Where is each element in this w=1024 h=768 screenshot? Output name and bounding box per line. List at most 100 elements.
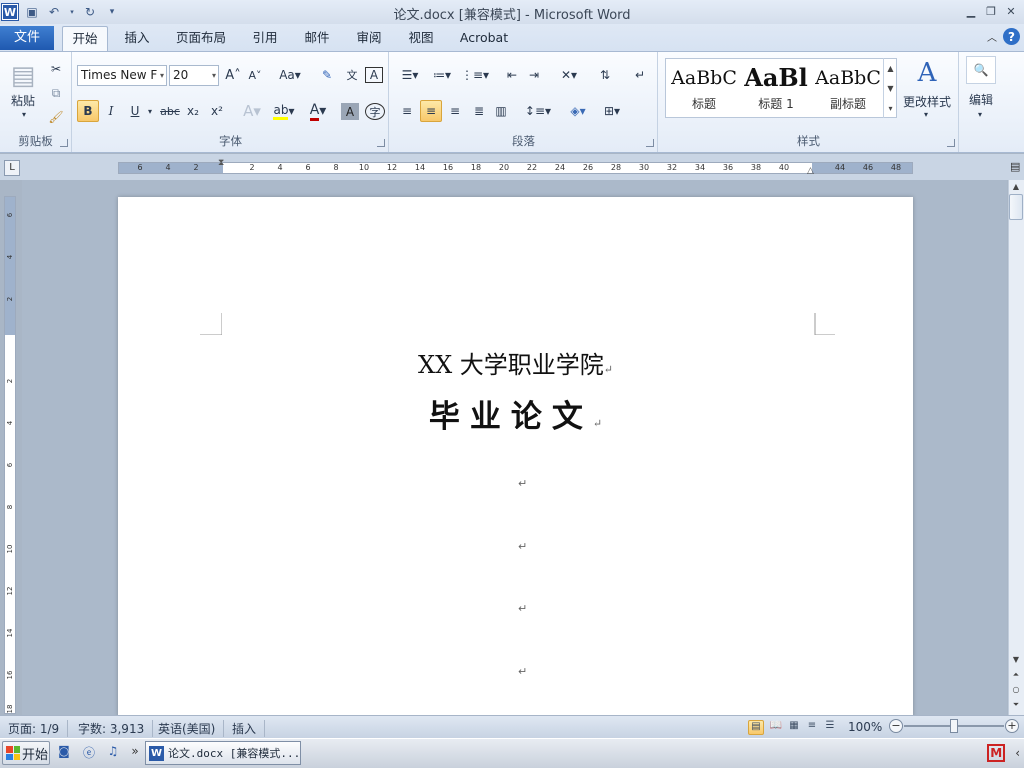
character-shading-icon[interactable]: A (341, 103, 359, 120)
bullets-button[interactable]: ☰▾ (396, 64, 424, 86)
tab-review[interactable]: 审阅 (348, 26, 390, 52)
show-desktop-icon[interactable]: ◙ (55, 744, 73, 762)
close-icon[interactable]: ✕ (1002, 2, 1020, 20)
more-quicklaunch-icon[interactable]: » (126, 744, 144, 762)
vertical-scrollbar[interactable] (1008, 180, 1024, 715)
cut-icon[interactable]: ✂ (46, 58, 66, 80)
scroll-up-icon[interactable]: ▲ (1008, 182, 1024, 194)
italic-button[interactable]: I (101, 100, 121, 122)
bold-button[interactable]: B (77, 100, 99, 122)
tab-selector-icon[interactable]: L (4, 160, 20, 176)
dialog-launcher-icon[interactable] (947, 139, 955, 147)
start-button[interactable]: 开始 (2, 741, 50, 765)
subscript-button[interactable]: x₂ (183, 100, 203, 122)
previous-page-icon[interactable]: ⏶ (1008, 670, 1024, 682)
tab-references[interactable]: 引用 (244, 26, 286, 52)
align-center-button[interactable]: ≡ (420, 100, 442, 122)
phonetic-guide-icon[interactable]: 文 (341, 64, 363, 86)
tray-app-icon[interactable]: M (987, 744, 1006, 762)
customize-toolbar-icon[interactable]: ▾ (104, 4, 120, 20)
font-size-combo[interactable]: 20 ▾ (169, 65, 219, 86)
save-icon[interactable]: ▣ (24, 4, 40, 20)
web-layout-icon[interactable]: ▦ (786, 720, 802, 735)
outline-view-icon[interactable]: ≡ (804, 720, 820, 735)
font-color-button[interactable]: A ▾ (305, 100, 331, 122)
zoom-in-icon[interactable]: + (1005, 719, 1019, 733)
word-count[interactable]: 字数: 3,913 (78, 720, 154, 737)
select-browse-object-icon[interactable]: ○ (1008, 685, 1024, 697)
page-count[interactable]: 页面: 1/9 (8, 720, 69, 737)
language-indicator[interactable]: 英语(美国) (158, 720, 225, 737)
enclose-characters-icon[interactable]: 字 (365, 103, 385, 120)
view-ruler-icon[interactable]: ▤ (1010, 160, 1023, 176)
doc-heading-thesis[interactable]: 毕业论文↵ (118, 391, 913, 436)
zoom-level[interactable]: 100% (848, 720, 882, 734)
decrease-indent-icon[interactable]: ⇤ (502, 64, 522, 86)
chinese-layout-icon[interactable]: ✕▾ (556, 64, 582, 86)
chevron-down-icon[interactable]: ▼ (887, 84, 893, 93)
restore-icon[interactable]: ❐ (982, 2, 1000, 20)
underline-button[interactable]: U (125, 100, 145, 122)
chevron-down-icon[interactable]: ▾ (68, 4, 76, 20)
word-logo-icon[interactable]: W (2, 4, 18, 20)
undo-icon[interactable]: ↶ (46, 4, 62, 20)
style-subtitle[interactable]: AaBbC 副标题 (812, 61, 884, 115)
shrink-font-icon[interactable]: A˅ (245, 64, 265, 86)
paste-button-label[interactable]: 粘贴 (6, 92, 40, 108)
tab-view[interactable]: 视图 (400, 26, 442, 52)
tab-insert[interactable]: 插入 (116, 26, 158, 52)
borders-button[interactable]: ⊞▾ (598, 100, 626, 122)
paragraph-mark[interactable]: ↵ (518, 477, 527, 490)
line-spacing-button[interactable]: ↕≡▾ (524, 100, 552, 122)
justify-button[interactable]: ≣ (468, 100, 490, 122)
grow-font-icon[interactable]: A˄ (223, 64, 243, 86)
show-marks-icon[interactable]: ↵ (630, 64, 650, 86)
zoom-slider-thumb[interactable] (950, 719, 958, 733)
text-effects-icon[interactable]: A▾ (239, 100, 265, 122)
paragraph-mark[interactable]: ↵ (518, 665, 527, 678)
dialog-launcher-icon[interactable] (60, 139, 68, 147)
change-styles-icon[interactable]: A (904, 58, 950, 88)
chevron-down-icon[interactable]: ▾ (14, 108, 34, 120)
clear-formatting-icon[interactable]: ✎ (317, 64, 337, 86)
style-heading-1[interactable]: AaBl 标题 1 (740, 61, 812, 115)
media-icon[interactable]: ♫ (104, 744, 122, 762)
numbering-button[interactable]: ≔▾ (428, 64, 456, 86)
superscript-button[interactable]: x² (207, 100, 227, 122)
tab-mailings[interactable]: 邮件 (296, 26, 338, 52)
increase-indent-icon[interactable]: ⇥ (524, 64, 544, 86)
scroll-down-icon[interactable]: ▼ (1008, 655, 1024, 667)
browser-icon[interactable]: ⓔ (80, 744, 98, 762)
minimize-icon[interactable]: ▁ (962, 2, 980, 20)
doc-heading-university[interactable]: XX 大学职业学院↵ (118, 345, 913, 380)
font-name-combo[interactable]: Times New F ▾ (77, 65, 167, 86)
shading-button[interactable]: ◈▾ (564, 100, 592, 122)
chevron-down-icon[interactable]: ▾ (916, 108, 936, 120)
insert-mode[interactable]: 插入 (232, 720, 266, 737)
indent-marker-icon[interactable]: ⧗ (218, 158, 224, 168)
chevron-down-icon[interactable]: ▾ (970, 108, 990, 120)
format-painter-icon[interactable]: 🖌 (46, 106, 66, 128)
full-screen-reading-icon[interactable]: 📖 (768, 720, 784, 735)
horizontal-ruler[interactable]: 6 4 2 2 4 6 8 10 12 14 16 18 20 22 24 26 28 30 32 34 36 38 40 4… (118, 162, 913, 174)
taskbar-word-document[interactable]: W 论文.docx [兼容模式... (145, 741, 301, 765)
chevron-down-icon[interactable]: ▾ (160, 66, 164, 85)
style-title[interactable]: AaBbC 标题 (668, 61, 740, 115)
right-indent-icon[interactable]: △ (807, 166, 814, 176)
tab-page-layout[interactable]: 页面布局 (168, 26, 234, 52)
editing-button[interactable]: 编辑 (964, 90, 998, 108)
strikethrough-button[interactable]: abc (159, 100, 181, 122)
paragraph-mark[interactable]: ↵ (518, 602, 527, 615)
change-case-icon[interactable]: Aa▾ (277, 64, 303, 86)
align-left-button[interactable]: ≡ (396, 100, 418, 122)
vertical-ruler[interactable]: 6 4 2 2 4 6 8 10 12 14 16 18 (4, 196, 16, 714)
more-styles-icon[interactable]: ▾ (888, 104, 892, 113)
paragraph-mark[interactable]: ↵ (518, 540, 527, 553)
distributed-button[interactable]: ▥ (490, 100, 512, 122)
scrollbar-thumb[interactable] (1009, 194, 1023, 220)
sort-icon[interactable]: ⇅ (594, 64, 616, 86)
document-page[interactable]: XX 大学职业学院↵ 毕业论文↵ ↵ ↵ ↵ ↵ (118, 197, 913, 717)
zoom-out-icon[interactable]: − (889, 719, 903, 733)
tray-expand-icon[interactable]: ‹ (1015, 746, 1020, 760)
redo-icon[interactable]: ↻ (82, 4, 98, 20)
